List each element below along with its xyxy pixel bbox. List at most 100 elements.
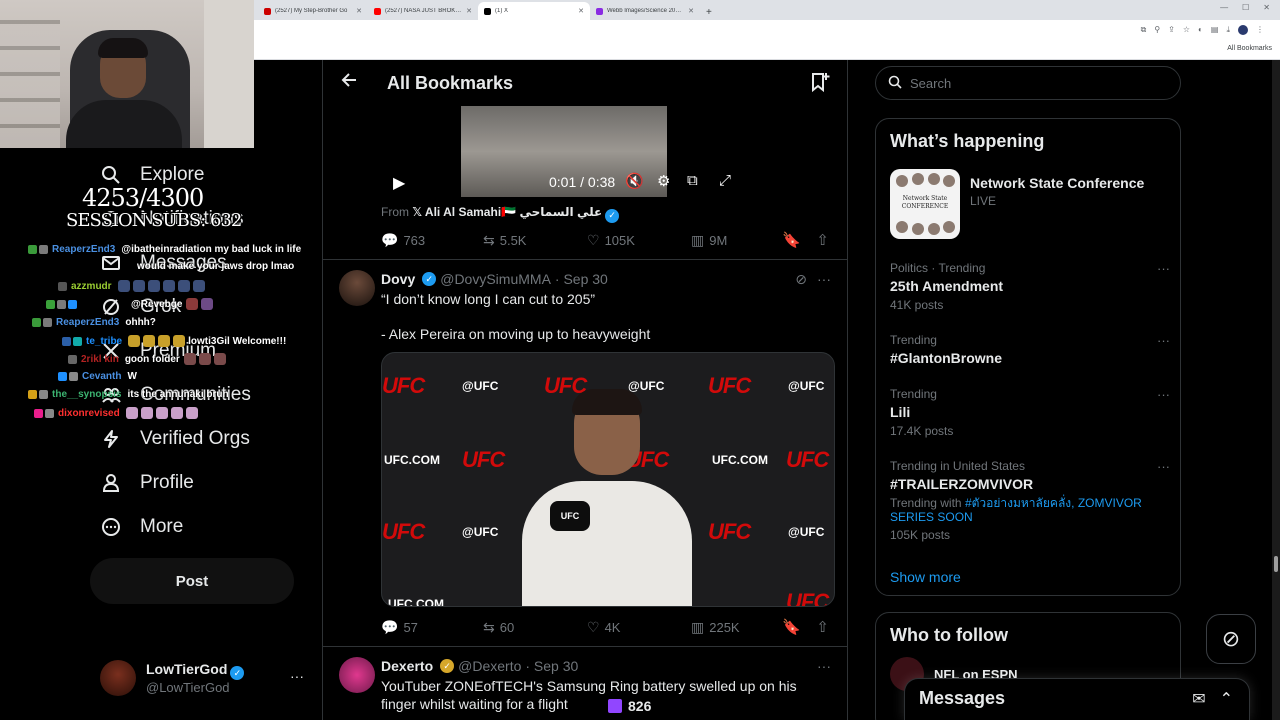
nav-item-more[interactable]: More: [100, 516, 183, 538]
account-switcher[interactable]: LowTierGod ✓ @LowTierGod ···: [100, 660, 310, 696]
chat-badges: [46, 300, 77, 309]
profile-avatar[interactable]: [1238, 25, 1248, 35]
bookmark-icon[interactable]: 🔖: [782, 231, 801, 249]
search-input[interactable]: [910, 75, 1170, 91]
views-button[interactable]: ▥ 9M: [691, 232, 727, 249]
more-icon[interactable]: ···: [817, 271, 831, 287]
like-button[interactable]: ♡ 105K: [587, 232, 691, 249]
fullscreen-icon[interactable]: ⤢: [719, 172, 731, 189]
author-handle[interactable]: @DovySimuMMA: [440, 271, 551, 287]
author-handle[interactable]: @Dexerto: [458, 658, 521, 674]
back-arrow-icon[interactable]: [341, 72, 357, 93]
like-button[interactable]: ♡ 4K: [587, 619, 691, 636]
extension-icon[interactable]: ◐: [1198, 25, 1203, 35]
trend-item[interactable]: Trending #GlantonBrowne ···: [890, 333, 1170, 366]
chat-text: would make your jaws drop lmao: [137, 261, 295, 272]
chat-username: Cevanth: [82, 371, 122, 382]
share-icon[interactable]: ⇧: [816, 618, 829, 636]
browser-tab-active[interactable]: (1) X ✕: [478, 2, 590, 20]
address-bar[interactable]: ⧉ ⚲ ⇪ ☆ ◐ ▤ ⤓ ⋮: [254, 20, 1280, 42]
speaker-photo: [928, 173, 940, 185]
close-icon[interactable]: ✕: [466, 7, 472, 15]
maximize-icon[interactable]: ☐: [1242, 3, 1249, 12]
expand-icon[interactable]: ⌃: [1220, 689, 1233, 709]
bookmark-icon[interactable]: 🔖: [782, 618, 801, 636]
browser-tab[interactable]: Webb Images/Science 2024 | N ✕: [590, 2, 700, 20]
scrollbar[interactable]: [1272, 60, 1280, 720]
nav-item-explore[interactable]: Explore: [100, 164, 204, 186]
more-icon[interactable]: ···: [1157, 387, 1170, 402]
more-icon[interactable]: ···: [1157, 261, 1170, 276]
browser-tab[interactable]: (2527) NASA JUST BROKE THE ✕: [368, 2, 478, 20]
tweet-date[interactable]: · Sep 30: [525, 658, 578, 674]
star-icon[interactable]: ☆: [1183, 25, 1190, 35]
mute-icon[interactable]: 🔇: [625, 172, 644, 190]
attribution-name[interactable]: Ali Al Samahi🇦🇪 علي السماحي: [425, 205, 602, 219]
chat-username: 2rikl kin: [81, 354, 119, 365]
zoom-icon[interactable]: ⚲: [1154, 25, 1160, 35]
add-bookmark-folder-icon[interactable]: [809, 71, 831, 98]
tweet-text: - Alex Pereira on moving up to heavyweig…: [381, 326, 651, 342]
messages-drawer[interactable]: Messages ✉ ⌃: [904, 678, 1250, 720]
chat-message: Cevanth W: [58, 371, 137, 382]
tweet-actions: 💬 763 ⇆ 5.5K ♡ 105K ▥ 9M 🔖 ⇧: [381, 230, 837, 250]
chat-message: te_tribe lowti3Gil Welcome!!!: [62, 335, 286, 348]
menu-icon[interactable]: ⋮: [1256, 25, 1264, 35]
scrollbar-thumb[interactable]: [1274, 556, 1278, 572]
settings-icon[interactable]: ⚙: [657, 172, 670, 190]
close-window-icon[interactable]: ✕: [1263, 3, 1270, 12]
sidebar-icon[interactable]: ▤: [1211, 25, 1219, 35]
ufc-logo-text: UFC: [786, 589, 829, 607]
trend-item[interactable]: Trending in United States #TRAILERZOMVIV…: [890, 459, 1170, 542]
author-name[interactable]: Dexerto: [381, 658, 433, 674]
avatar[interactable]: [339, 270, 375, 306]
trend-item[interactable]: Politics · Trending 25th Amendment 41K p…: [890, 261, 1170, 312]
more-icon[interactable]: ···: [817, 658, 831, 674]
close-icon[interactable]: ✕: [356, 7, 362, 15]
trend-item[interactable]: Trending Lili 17.4K posts ···: [890, 387, 1170, 438]
more-icon[interactable]: ···: [290, 668, 304, 684]
install-icon[interactable]: ⧉: [1141, 25, 1147, 35]
download-icon[interactable]: ⤓: [1226, 25, 1230, 35]
divider: [323, 646, 847, 647]
nav-item-verified-orgs[interactable]: Verified Orgs: [100, 428, 250, 450]
all-bookmarks-link[interactable]: All Bookmarks: [1227, 45, 1272, 52]
more-icon[interactable]: ···: [1157, 333, 1170, 348]
tweet-date[interactable]: · Sep 30: [555, 271, 608, 287]
new-tab-button[interactable]: +: [706, 7, 712, 18]
event-image-text: Network State CONFERENCE: [901, 195, 949, 210]
grok-icon[interactable]: ⊘: [795, 271, 807, 288]
repost-button[interactable]: ⇆ 60: [483, 619, 587, 636]
viewer-count: 826: [608, 698, 651, 714]
more-icon[interactable]: ···: [1157, 459, 1170, 474]
repost-button[interactable]: ⇆ 5.5K: [483, 232, 587, 249]
speaker-photo: [912, 223, 924, 235]
browser-tab[interactable]: (2527) My Step-Brother Go ✕: [258, 2, 368, 20]
event-image[interactable]: Network State CONFERENCE: [890, 169, 960, 239]
close-icon[interactable]: ✕: [578, 7, 584, 15]
reply-button[interactable]: 💬 57: [381, 619, 483, 636]
nav-label: Profile: [140, 472, 194, 493]
post-button[interactable]: Post: [90, 558, 294, 604]
like-count: 105K: [604, 232, 635, 248]
trend-context: Trending: [890, 387, 937, 401]
show-more-link[interactable]: Show more: [890, 569, 961, 585]
reply-button[interactable]: 💬 763: [381, 232, 483, 249]
grok-icon[interactable]: ⊘: [1206, 614, 1256, 664]
pip-icon[interactable]: ⧉: [687, 172, 698, 189]
minimize-icon[interactable]: —: [1220, 3, 1228, 12]
close-icon[interactable]: ✕: [688, 7, 694, 15]
avatar[interactable]: [339, 657, 375, 693]
share-icon[interactable]: ⇧: [816, 231, 829, 249]
sub-goal-counter: 4253/4300: [82, 184, 204, 212]
new-message-icon[interactable]: ✉: [1192, 689, 1205, 709]
tweet-image[interactable]: UFC UFC UFC @UFC @UFC @UFC UFC.COM UFC U…: [381, 352, 835, 607]
nav-item-profile[interactable]: Profile: [100, 472, 194, 494]
play-icon[interactable]: ▶: [393, 173, 405, 193]
search-box[interactable]: [875, 66, 1181, 100]
views-button[interactable]: ▥ 225K: [691, 619, 740, 636]
author-name[interactable]: Dovy: [381, 271, 415, 287]
share-icon[interactable]: ⇪: [1168, 25, 1175, 35]
event-name[interactable]: Network State Conference: [970, 175, 1144, 191]
video-player[interactable]: ▶ 0:01 / 0:38 🔇 ⚙ ⧉ ⤢: [381, 106, 747, 197]
